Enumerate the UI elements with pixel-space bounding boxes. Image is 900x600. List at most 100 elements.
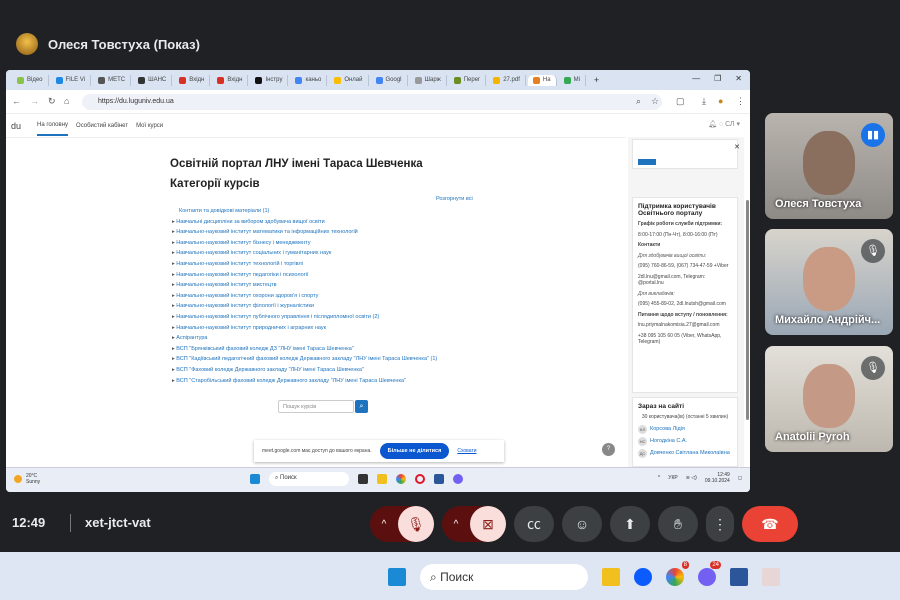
- audio-options-button[interactable]: ^: [370, 506, 398, 542]
- language-indicator[interactable]: УКР: [668, 475, 677, 481]
- help-button[interactable]: ?: [602, 443, 615, 456]
- category-link[interactable]: Контакти та довідкові матеріали (1): [172, 206, 437, 217]
- category-link[interactable]: Навчально-науковий інститут природничих …: [172, 323, 437, 334]
- chat-icon[interactable]: ◌: [719, 121, 723, 128]
- browser-tab[interactable]: каньо: [290, 74, 328, 86]
- zoom-icon[interactable]: [634, 568, 652, 586]
- windows-start-icon[interactable]: [250, 474, 260, 484]
- captions-button[interactable]: ㏄: [514, 506, 554, 542]
- word-icon[interactable]: [730, 568, 748, 586]
- browser-tab[interactable]: 27.pdf: [488, 74, 526, 86]
- url-input[interactable]: https://du.luguniv.edu.ua: [82, 94, 662, 110]
- participant-tile[interactable]: 🎙︎ Михайло Андрійч...: [765, 229, 893, 335]
- new-tab-button[interactable]: +: [594, 75, 599, 85]
- tray-chevron-icon[interactable]: ^: [658, 475, 660, 481]
- word-icon[interactable]: [434, 474, 444, 484]
- wifi-icon[interactable]: ≋ ◁): [686, 475, 697, 481]
- category-link[interactable]: Навчальні дисципліни за вибором здобувач…: [172, 217, 437, 228]
- raise-hand-button[interactable]: ✋︎: [658, 506, 698, 542]
- file-explorer-icon[interactable]: [377, 474, 387, 484]
- mic-toggle-button[interactable]: 🎙︎: [398, 506, 434, 542]
- user-menu[interactable]: 🔔︎ ◌ СЛ ▾: [708, 120, 740, 128]
- site-logo[interactable]: du: [11, 121, 21, 131]
- drawer-button[interactable]: [638, 159, 656, 165]
- hide-link[interactable]: Сховати: [457, 448, 476, 454]
- viber-icon[interactable]: 24: [698, 561, 721, 586]
- stop-sharing-button[interactable]: Більше не ділитися: [379, 443, 450, 459]
- file-explorer-icon[interactable]: [602, 568, 620, 586]
- category-link[interactable]: Навчально-науковий інститут охорони здор…: [172, 291, 437, 302]
- nav-home[interactable]: На головну: [37, 116, 69, 136]
- online-user[interactable]: НС Ногодкіна С.А.: [638, 436, 732, 446]
- emoji-button[interactable]: ☺: [562, 506, 602, 542]
- browser-tab[interactable]: Онлай: [329, 74, 369, 86]
- category-link[interactable]: Навчально-науковий інститут математики т…: [172, 227, 437, 238]
- close-drawer-icon[interactable]: ✕: [734, 143, 740, 151]
- back-icon[interactable]: ←: [12, 96, 21, 106]
- category-link[interactable]: Навчально-науковий інститут мистецтв: [172, 280, 437, 291]
- chrome-icon[interactable]: [396, 474, 406, 484]
- profile-icon[interactable]: ●: [718, 96, 723, 106]
- menu-icon[interactable]: ⋮: [736, 96, 745, 107]
- category-link[interactable]: Навчально-науковий інститут філології і …: [172, 301, 437, 312]
- browser-tab[interactable]: Googl: [371, 74, 408, 86]
- expand-all-link[interactable]: Розгорнути всі: [436, 196, 473, 202]
- category-link[interactable]: ВСП "Брянківський фаховий коледж ДЗ "ЛНУ…: [172, 344, 437, 355]
- browser-tab[interactable]: На: [527, 74, 557, 86]
- browser-tab[interactable]: Мі: [559, 74, 586, 86]
- browser-tab[interactable]: ШАНС: [133, 74, 173, 86]
- browser-tab[interactable]: Вхідн: [174, 74, 211, 86]
- host-taskbar-search[interactable]: ⌕ Поиск: [420, 564, 588, 590]
- forward-icon[interactable]: →: [30, 96, 39, 106]
- course-search-input[interactable]: Пошук курсів: [278, 400, 354, 413]
- browser-tab[interactable]: Відео: [12, 74, 49, 86]
- close-icon[interactable]: ✕: [735, 74, 742, 83]
- participant-tile[interactable]: 🎙︎ Anatolii Pyroh: [765, 346, 893, 452]
- online-user[interactable]: КЛ Корсова Лідія: [638, 424, 732, 434]
- star-icon[interactable]: ☆: [651, 96, 659, 107]
- category-link[interactable]: Аспірантура: [172, 333, 437, 344]
- windows-start-icon[interactable]: [388, 568, 406, 586]
- chrome-icon[interactable]: 8: [666, 561, 689, 586]
- category-link[interactable]: Навчально-науковий інститут педагогіки і…: [172, 270, 437, 281]
- category-link[interactable]: ВСП "Кадіївський педагогічний фаховий ко…: [172, 354, 437, 365]
- minimize-icon[interactable]: —: [692, 74, 700, 83]
- snipping-tool-icon[interactable]: [762, 568, 780, 586]
- reload-icon[interactable]: ↻: [48, 96, 56, 107]
- participant-tile[interactable]: ▮▮ Олеся Товстуха: [765, 113, 893, 219]
- task-view-icon[interactable]: [358, 474, 368, 484]
- category-link[interactable]: ВСП "Старобільський фаховий коледж Держа…: [172, 376, 437, 387]
- online-user[interactable]: ДС Довченко Світлана Миколаївна: [638, 448, 732, 458]
- extensions-icon[interactable]: ▢: [676, 96, 685, 107]
- camera-toggle-button[interactable]: ⊠: [470, 506, 506, 542]
- user-initials[interactable]: СЛ: [725, 121, 734, 128]
- browser-tab[interactable]: МЕТС: [93, 74, 132, 86]
- leave-call-button[interactable]: ☎︎: [742, 506, 798, 542]
- search-button[interactable]: ⌕: [355, 400, 368, 413]
- notification-icon[interactable]: ◻: [738, 475, 742, 481]
- nav-my-courses[interactable]: Мої курси: [136, 123, 163, 129]
- home-icon[interactable]: ⌂: [64, 96, 69, 106]
- category-link[interactable]: Навчально-науковий інститут бізнесу і ме…: [172, 238, 437, 249]
- browser-tab[interactable]: Інстру: [250, 74, 289, 86]
- browser-tab[interactable]: Шарж: [410, 74, 447, 86]
- browser-tab[interactable]: Вхідн: [212, 74, 249, 86]
- weather-widget[interactable]: 20°C Sunny: [14, 473, 40, 485]
- zoom-icon[interactable]: ⌕: [636, 96, 641, 107]
- taskbar-search[interactable]: ⌕ Поиск: [269, 472, 349, 486]
- browser-tab[interactable]: FILE Vi: [51, 74, 92, 86]
- category-link[interactable]: Навчально-науковий інститут публічного у…: [172, 312, 437, 323]
- category-link[interactable]: Навчально-науковий інститут соціальних і…: [172, 248, 437, 259]
- download-icon[interactable]: ⤓: [702, 96, 706, 107]
- opera-icon[interactable]: [415, 474, 425, 484]
- video-options-button[interactable]: ^: [442, 506, 470, 542]
- browser-tab[interactable]: Перег: [449, 74, 487, 86]
- present-button[interactable]: ⬆: [610, 506, 650, 542]
- viber-icon[interactable]: [453, 474, 463, 484]
- category-link[interactable]: Навчально-науковий інститут технологій і…: [172, 259, 437, 270]
- category-link[interactable]: ВСП "Фаховий коледж Державного закладу "…: [172, 365, 437, 376]
- restore-icon[interactable]: ❐: [714, 74, 721, 83]
- page-scrollbar[interactable]: [746, 200, 749, 420]
- bell-icon[interactable]: 🔔︎: [708, 121, 717, 128]
- more-options-button[interactable]: ⋮: [706, 506, 734, 542]
